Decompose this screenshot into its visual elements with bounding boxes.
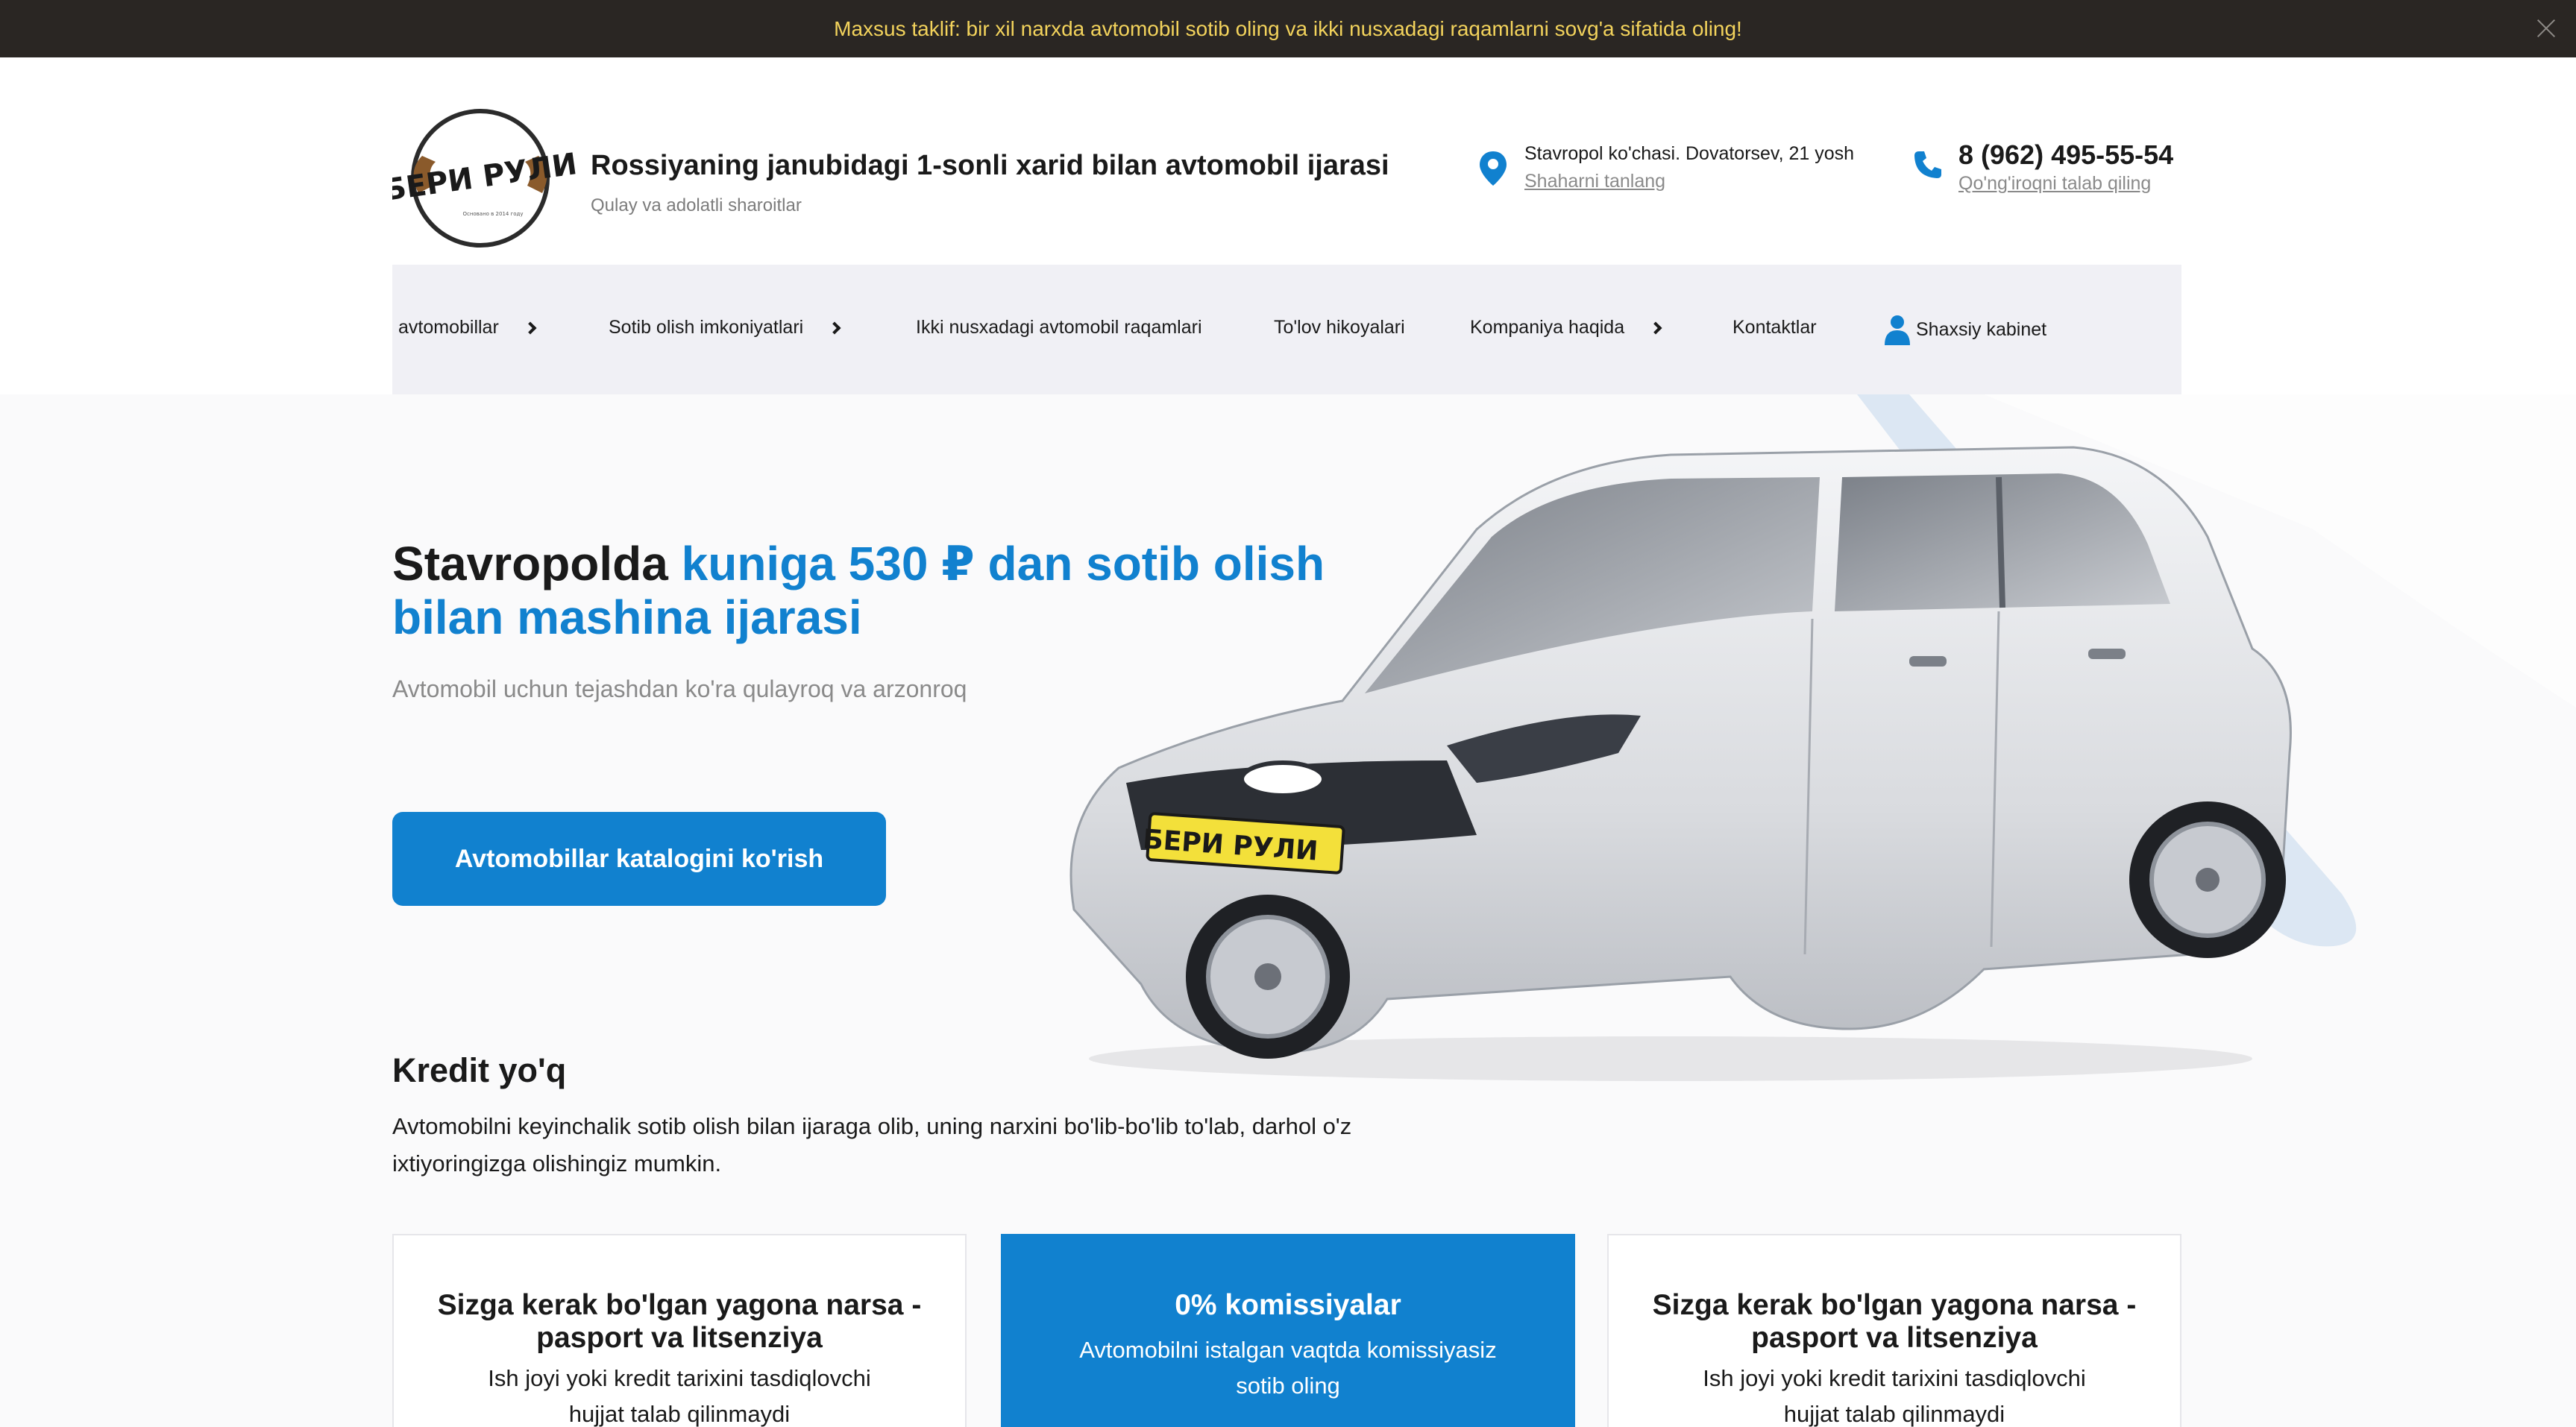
car-image: БЕРИ РУЛИ bbox=[1069, 446, 2292, 1081]
nav-item-cars[interactable]: avtomobillar bbox=[398, 317, 537, 338]
nav-item-contacts[interactable]: Kontaktlar bbox=[1732, 317, 1817, 338]
nav-item-label: To'lov hikoyalari bbox=[1274, 317, 1405, 338]
request-call-link[interactable]: Qo'ng'iroqni talab qiling bbox=[1958, 173, 2151, 195]
view-catalog-button[interactable]: Avtomobillar katalogini ko'rish bbox=[392, 812, 886, 906]
promo-text: Maxsus taklif: bir xil narxda avtomobil … bbox=[834, 16, 1742, 40]
hero-title-plain: Stavropolda bbox=[392, 537, 682, 590]
feature-card-text: Ish joyi yoki kredit tarixini tasdiqlovc… bbox=[1703, 1365, 2086, 1427]
address-text: Stavropol ko'chasi. Dovatorsev, 21 yosh bbox=[1524, 143, 1855, 164]
feature-card-title: 0% komissiyalar bbox=[1175, 1289, 1401, 1321]
close-icon[interactable] bbox=[2533, 15, 2560, 42]
promo-bar: Maxsus taklif: bir xil narxda avtomobil … bbox=[0, 0, 2576, 57]
feature-card-highlight: 0% komissiyalar Avtomobilni istalgan vaq… bbox=[1001, 1234, 1575, 1427]
brand-title: Rossiyaning janubidagi 1-sonli xarid bil… bbox=[591, 150, 1389, 181]
nav-item-purchase-options[interactable]: Sotib olish imkoniyatlari bbox=[609, 317, 841, 338]
nav-item-label: Shaxsiy kabinet bbox=[1916, 318, 2047, 340]
credit-text: Avtomobilni keyinchalik sotib olish bila… bbox=[392, 1113, 1352, 1176]
feature-card-title: Sizga kerak bo'lgan yagona narsa - paspo… bbox=[437, 1289, 922, 1354]
phone-icon bbox=[1914, 151, 1941, 178]
main-nav: avtomobillar Sotib olish imkoniyatlari I… bbox=[392, 265, 2181, 394]
chevron-right-icon bbox=[828, 321, 841, 334]
nav-item-label: avtomobillar bbox=[398, 317, 499, 338]
nav-item-about[interactable]: Kompaniya haqida bbox=[1470, 317, 1662, 338]
hero-subtitle: Avtomobil uchun tejashdan ko'ra qulayroq… bbox=[392, 675, 967, 702]
nav-item-label: Sotib olish imkoniyatlari bbox=[609, 317, 804, 338]
user-icon bbox=[1885, 315, 1910, 345]
feature-card: Sizga kerak bo'lgan yagona narsa - paspo… bbox=[1607, 1234, 2181, 1427]
nav-item-label: Ikki nusxadagi avtomobil raqamlari bbox=[916, 317, 1202, 338]
feature-card-text: Avtomobilni istalgan vaqtda komissiyasiz… bbox=[1079, 1337, 1497, 1399]
logo-small-text: Основано в 2014 году bbox=[462, 211, 523, 217]
phone-number[interactable]: 8 (962) 495-55-54 bbox=[1958, 139, 2173, 171]
nav-item-duplicate-plates[interactable]: Ikki nusxadagi avtomobil raqamlari bbox=[916, 317, 1202, 338]
nav-item-payment-stories[interactable]: To'lov hikoyalari bbox=[1274, 317, 1405, 338]
chevron-right-icon bbox=[524, 321, 537, 334]
nav-item-label: Kontaktlar bbox=[1732, 317, 1817, 338]
credit-title: Kredit yo'q bbox=[392, 1051, 567, 1089]
feature-card-text: Ish joyi yoki kredit tarixini tasdiqlovc… bbox=[488, 1365, 871, 1427]
company-logo[interactable]: БЕРИ РУЛИ Основано в 2014 году bbox=[392, 104, 579, 253]
brand-subtitle: Qulay va adolatli sharoitlar bbox=[591, 195, 802, 215]
feature-card: Sizga kerak bo'lgan yagona narsa - paspo… bbox=[392, 1234, 967, 1427]
chevron-right-icon bbox=[1649, 321, 1662, 334]
select-city-link[interactable]: Shaharni tanlang bbox=[1524, 171, 1665, 192]
nav-item-personal-cabinet[interactable]: Shaxsiy kabinet bbox=[1883, 314, 2046, 345]
location-pin-icon bbox=[1480, 151, 1507, 186]
feature-card-title: Sizga kerak bo'lgan yagona narsa - paspo… bbox=[1652, 1289, 2137, 1354]
nav-item-label: Kompaniya haqida bbox=[1470, 317, 1625, 338]
